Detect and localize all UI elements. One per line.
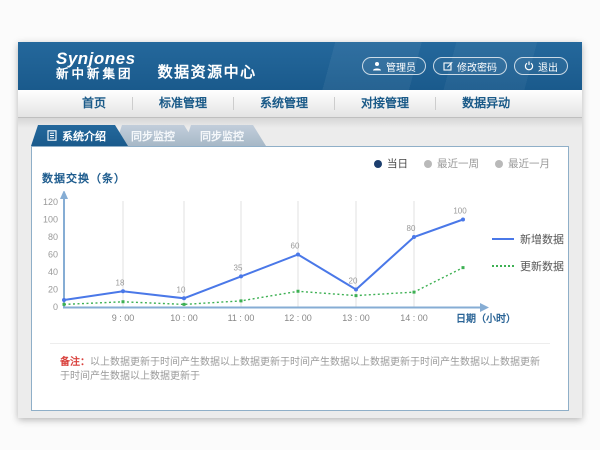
x-tick-label: 9 : 00 xyxy=(112,313,135,323)
y-tick-label: 40 xyxy=(48,267,58,277)
data-point xyxy=(63,303,66,306)
series-line-new-data xyxy=(64,220,463,301)
time-range-options: 当日 最近一周 最近一月 xyxy=(374,156,550,171)
point-label: 60 xyxy=(291,242,300,251)
app-title: 数据资源中心 xyxy=(158,61,257,82)
data-point xyxy=(355,294,358,297)
radio-dot-icon xyxy=(424,160,432,168)
y-tick-label: 60 xyxy=(48,250,58,260)
data-point xyxy=(183,303,186,306)
x-tick-label: 13 : 00 xyxy=(342,313,370,323)
y-tick-label: 20 xyxy=(48,285,58,295)
radio-option[interactable]: 最近一月 xyxy=(495,156,550,171)
app-header: Synjones 新中新集团 数据资源中心 管理员 修改密码 退出 xyxy=(18,42,582,90)
data-point xyxy=(462,266,465,269)
x-tick-label: 11 : 00 xyxy=(228,313,255,323)
radio-option[interactable]: 当日 xyxy=(374,156,408,171)
point-label: 18 xyxy=(116,278,125,287)
chart-legend: 新增数据更新数据 xyxy=(492,231,564,274)
x-axis-title: 日期（小时） xyxy=(456,312,516,325)
tab-active[interactable]: 系统介绍 xyxy=(31,125,128,146)
brand-logo-text: Synjones xyxy=(56,50,136,69)
change-password-button[interactable]: 修改密码 xyxy=(433,57,507,75)
button-label: 管理员 xyxy=(386,59,416,74)
data-point xyxy=(239,274,243,278)
tab-label: 系统介绍 xyxy=(62,128,106,144)
data-point xyxy=(62,298,66,302)
main-nav: 首页标准管理系统管理对接管理数据异动 xyxy=(18,90,582,118)
tab-label: 同步监控 xyxy=(200,128,244,144)
line-chart: 0 20 40 60 80 100 120 9 : 00 10 : 00 11 : 00 12 : … xyxy=(32,191,570,333)
data-point xyxy=(354,288,358,292)
point-label: 100 xyxy=(453,207,467,216)
point-label: 80 xyxy=(407,224,416,233)
header-actions: 管理员 修改密码 退出 xyxy=(362,57,568,75)
data-point xyxy=(296,253,300,257)
x-tick-label: 10 : 00 xyxy=(170,313,198,323)
y-tick-label: 80 xyxy=(48,232,58,242)
divider xyxy=(50,343,550,344)
brand-logo-subtext: 新中新集团 xyxy=(56,68,136,82)
nav-item[interactable]: 标准管理 xyxy=(133,90,233,117)
legend-label: 新增数据 xyxy=(520,231,564,247)
data-point xyxy=(122,300,125,303)
chart-panel: 当日 最近一周 最近一月 数据交换（条） 0 20 40 60 80 100 120 9 : 00… xyxy=(31,146,569,411)
radio-label: 当日 xyxy=(387,156,408,171)
x-axis-arrow-icon xyxy=(480,303,489,312)
edit-icon xyxy=(443,61,453,71)
data-point xyxy=(121,289,125,293)
x-tick-label: 12 : 00 xyxy=(284,313,312,323)
tab[interactable]: 同步监控 xyxy=(115,125,197,146)
y-tick-label: 120 xyxy=(43,197,58,207)
point-label: 20 xyxy=(349,277,358,286)
button-label: 修改密码 xyxy=(457,59,497,74)
solid-line-swatch-icon xyxy=(492,238,514,240)
y-axis-arrow-icon xyxy=(60,191,68,199)
radio-dot-icon xyxy=(495,160,503,168)
y-tick-label: 100 xyxy=(43,215,58,225)
legend-item: 新增数据 xyxy=(492,231,564,247)
data-point xyxy=(412,235,416,239)
document-icon xyxy=(47,130,57,141)
logout-button[interactable]: 退出 xyxy=(514,57,568,75)
point-label: 35 xyxy=(234,263,243,272)
legend-item: 更新数据 xyxy=(492,258,564,274)
legend-label: 更新数据 xyxy=(520,258,564,274)
dotted-line-swatch-icon xyxy=(492,265,514,267)
content-area: 系统介绍 同步监控 同步监控 当日 最近一周 最近一月 数据交换（条） 0 20 40 60 8… xyxy=(18,118,582,417)
footnote: 备注：以上数据更新于时间产生数据以上数据更新于时间产生数据以上数据更新于时间产生… xyxy=(60,356,548,384)
data-point xyxy=(413,291,416,294)
radio-option[interactable]: 最近一周 xyxy=(424,156,479,171)
app-window: Synjones 新中新集团 数据资源中心 管理员修改密码退出 首页标准管理系统… xyxy=(18,42,582,418)
nav-item[interactable]: 数据异动 xyxy=(436,90,536,117)
y-axis-title: 数据交换（条） xyxy=(42,170,126,186)
data-point xyxy=(182,296,186,300)
tab-label: 同步监控 xyxy=(131,128,175,144)
radio-label: 最近一周 xyxy=(437,156,479,171)
radio-dot-icon xyxy=(374,160,382,168)
admin-user-button[interactable]: 管理员 xyxy=(362,57,426,75)
button-label: 退出 xyxy=(538,59,558,74)
y-tick-label: 0 xyxy=(53,302,58,312)
tab-bar: 系统介绍 同步监控 同步监控 xyxy=(31,125,253,146)
data-point xyxy=(240,299,243,302)
footnote-text: 以上数据更新于时间产生数据以上数据更新于时间产生数据以上数据更新于时间产生数据以… xyxy=(60,357,540,382)
radio-label: 最近一月 xyxy=(508,156,550,171)
point-label: 10 xyxy=(177,285,186,294)
data-point xyxy=(297,290,300,293)
data-point xyxy=(461,218,465,222)
brand-logo: Synjones 新中新集团 xyxy=(56,50,136,82)
power-icon xyxy=(524,61,534,71)
x-tick-label: 14 : 00 xyxy=(400,313,428,323)
tab[interactable]: 同步监控 xyxy=(184,125,266,146)
user-icon xyxy=(372,61,382,71)
nav-item[interactable]: 系统管理 xyxy=(234,90,334,117)
footnote-label: 备注： xyxy=(60,357,90,368)
nav-item[interactable]: 首页 xyxy=(56,90,132,117)
nav-item[interactable]: 对接管理 xyxy=(335,90,435,117)
